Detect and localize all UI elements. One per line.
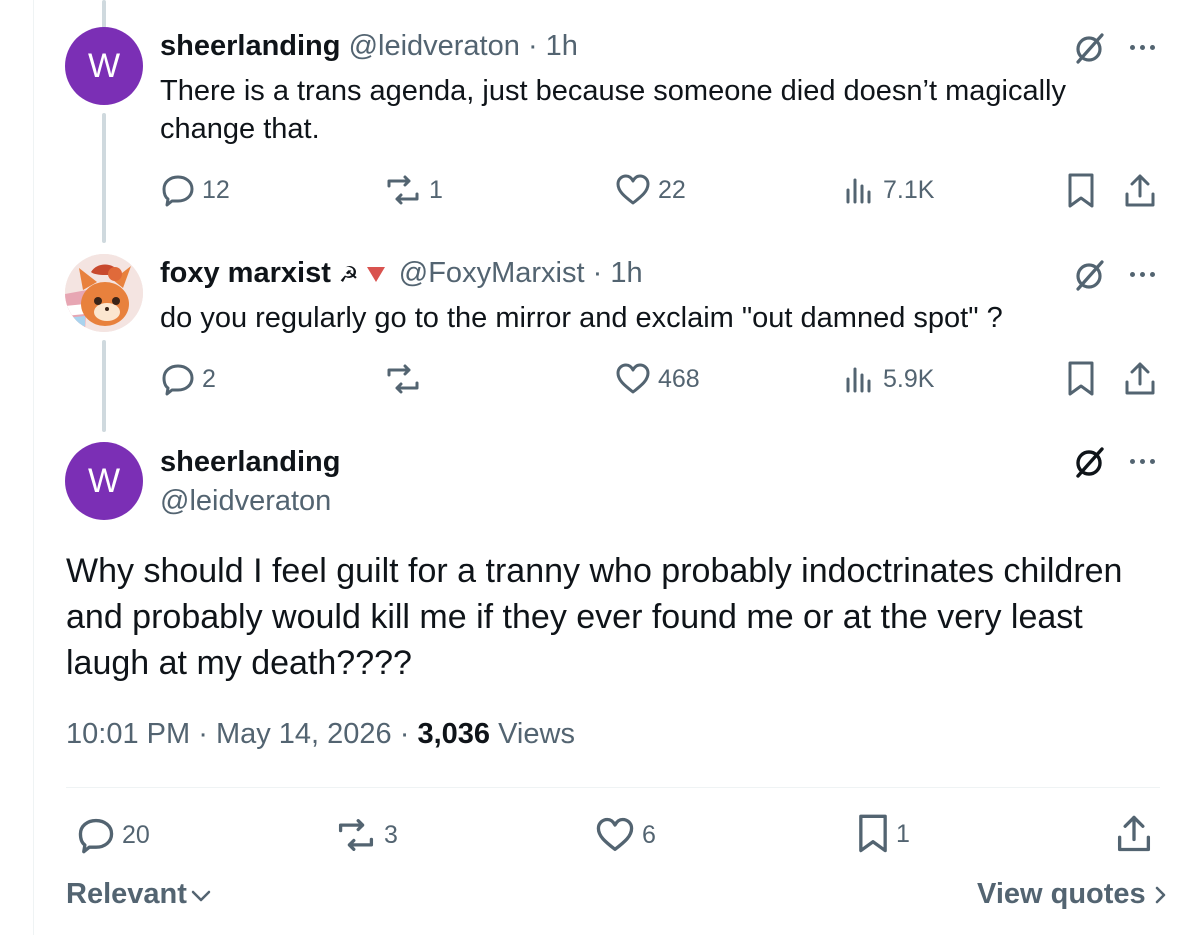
reply-icon [162, 364, 194, 396]
tweet-header: foxy marxist ☭ @FoxyMarxist · 1h [160, 255, 643, 293]
red-triangle-icon [366, 266, 385, 282]
separator: · [399, 718, 410, 750]
handle[interactable]: @FoxyMarxist [399, 257, 585, 289]
view-quotes-label: View quotes [977, 878, 1146, 910]
chevron-right-icon [1155, 886, 1165, 903]
views-button[interactable]: 7.1K [843, 172, 934, 208]
sort-replies-dropdown[interactable]: Relevant [66, 878, 213, 911]
more-options-icon[interactable] [1130, 45, 1155, 50]
separator: · [592, 257, 603, 289]
display-name[interactable]: foxy marxist [160, 257, 331, 289]
heart-icon [596, 817, 634, 852]
reply-count: 20 [122, 820, 150, 849]
tweet-text: There is a trans agenda, just because so… [160, 75, 1066, 145]
share-icon[interactable] [1114, 813, 1154, 855]
tweet-date[interactable]: May 14, 2026 [216, 718, 392, 750]
views-chart-icon [846, 178, 871, 204]
handle[interactable]: @leidveraton [160, 483, 331, 519]
share-icon[interactable] [1122, 172, 1158, 210]
view-count: 5.9K [883, 364, 935, 393]
thread-line [102, 340, 106, 432]
heart-icon [616, 174, 650, 205]
grok-icon[interactable] [1072, 30, 1108, 66]
views-count: 3,036 [417, 718, 491, 750]
tweet-header: sheerlanding @leidveraton · 1h [160, 28, 578, 64]
tweet-text: do you regularly go to the mirror and ex… [160, 302, 1003, 334]
reply-icon [162, 175, 194, 207]
more-options-icon[interactable] [1130, 459, 1155, 464]
view-count: 7.1K [883, 175, 935, 204]
display-name[interactable]: sheerlanding [160, 444, 341, 480]
grok-icon[interactable] [1072, 257, 1108, 293]
reply-button[interactable]: 12 [160, 172, 230, 208]
like-count: 468 [658, 364, 700, 393]
bookmark-button[interactable]: 1 [856, 813, 910, 855]
avatar-letter: W [87, 46, 121, 85]
heart-icon [616, 363, 650, 394]
separator: · [527, 30, 538, 62]
repost-icon [387, 364, 419, 394]
handle[interactable]: @leidveraton [349, 30, 520, 62]
repost-button[interactable]: 3 [334, 815, 398, 855]
like-button[interactable]: 22 [614, 172, 686, 208]
avatar-letter: W [87, 461, 121, 500]
views-chart-icon [846, 367, 871, 393]
bookmark-count: 1 [896, 819, 910, 848]
avatar[interactable]: W [65, 27, 143, 105]
hammer-sickle-icon: ☭ [338, 262, 359, 287]
repost-icon [387, 175, 419, 205]
timeline-border [33, 0, 34, 935]
views-label: Views [498, 718, 575, 750]
like-count: 6 [642, 820, 656, 849]
separator: · [198, 718, 208, 750]
bookmark-icon[interactable] [1066, 172, 1096, 210]
bookmark-icon[interactable] [1066, 360, 1096, 398]
timestamp[interactable]: 1h [610, 257, 642, 289]
reply-button[interactable]: 20 [76, 815, 150, 855]
view-quotes-link[interactable]: View quotes [977, 878, 1170, 911]
tweet-time[interactable]: 10:01 PM [66, 718, 190, 750]
repost-button[interactable] [383, 361, 423, 397]
divider [66, 787, 1160, 788]
thread-line [102, 113, 106, 243]
like-button[interactable]: 6 [594, 815, 656, 855]
share-icon[interactable] [1122, 360, 1158, 398]
repost-button[interactable]: 1 [383, 172, 443, 208]
timestamp[interactable]: 1h [546, 30, 578, 62]
chevron-down-icon [191, 890, 211, 901]
avatar[interactable] [65, 254, 143, 332]
reply-count: 2 [202, 364, 216, 393]
sort-label: Relevant [66, 878, 187, 910]
reply-button[interactable]: 2 [160, 361, 216, 397]
reply-icon [78, 818, 114, 854]
repost-icon [338, 819, 374, 851]
repost-count: 1 [429, 175, 443, 204]
grok-icon[interactable] [1072, 444, 1108, 480]
like-count: 22 [658, 175, 686, 204]
views-button[interactable]: 5.9K [843, 361, 934, 397]
bookmark-icon [859, 814, 887, 853]
like-button[interactable]: 468 [614, 361, 700, 397]
avatar[interactable]: W [65, 442, 143, 520]
display-name[interactable]: sheerlanding [160, 30, 341, 62]
more-options-icon[interactable] [1130, 272, 1155, 277]
reply-count: 12 [202, 175, 230, 204]
tweet-text: Why should I feel guilt for a tranny who… [66, 552, 1123, 682]
repost-count: 3 [384, 820, 398, 849]
tweet-meta: 10:01 PM · May 14, 2026 · 3,036 Views [66, 718, 575, 751]
fox-avatar-icon [65, 254, 143, 332]
